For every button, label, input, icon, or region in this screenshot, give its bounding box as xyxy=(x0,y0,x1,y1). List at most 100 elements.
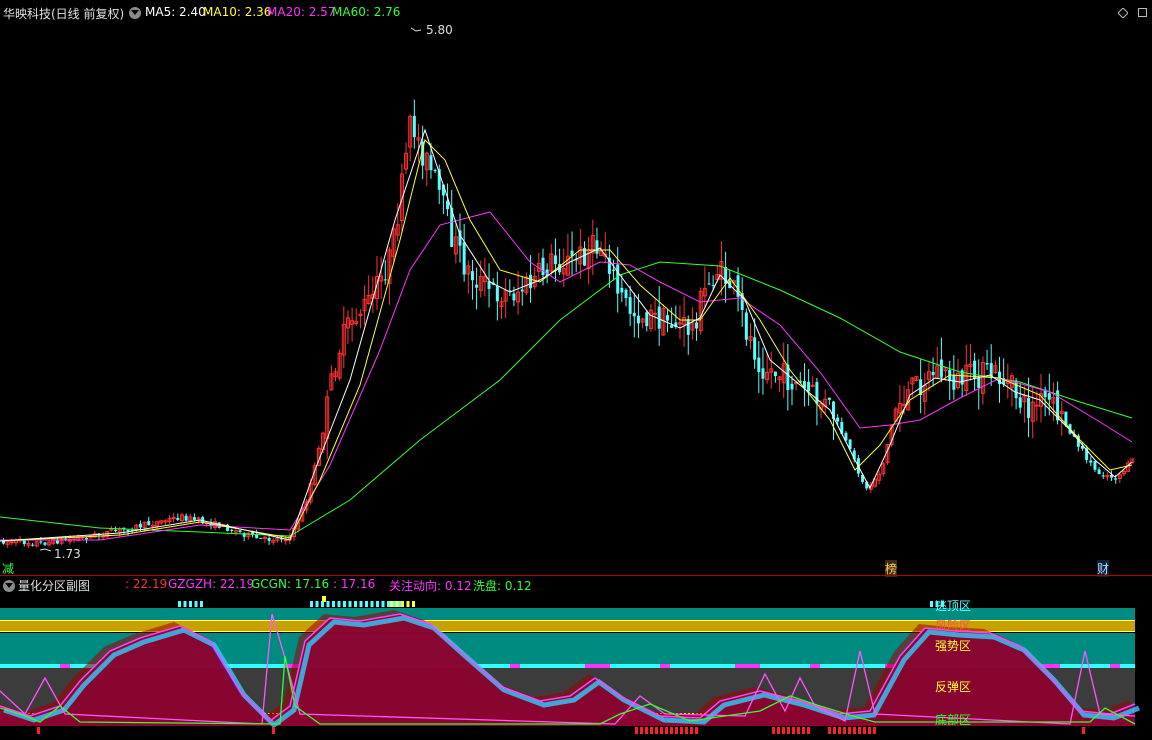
chevron-down-icon[interactable] xyxy=(129,7,141,19)
candle-body xyxy=(470,271,474,281)
bottom-tick xyxy=(868,727,871,734)
main-chart-header: 华映科技(日线 前复权) MA5: 2.40 MA10: 2.36 MA20: … xyxy=(0,0,1152,24)
candle-body xyxy=(85,537,88,540)
candle-body xyxy=(283,539,288,542)
bottom-tick xyxy=(685,727,688,734)
bottom-tick xyxy=(777,727,780,734)
candle-body xyxy=(433,170,437,172)
candle-body xyxy=(616,264,620,294)
candle-body xyxy=(1093,461,1097,470)
candle-body xyxy=(757,357,761,372)
bottom-tick xyxy=(848,727,851,734)
bottom-tick xyxy=(37,727,40,734)
high-pointer xyxy=(410,27,422,32)
candle-body xyxy=(39,541,43,543)
top-tick xyxy=(359,601,363,607)
ma10-line xyxy=(0,139,1133,542)
bottom-tick xyxy=(670,727,673,734)
quant-zone-chart[interactable] xyxy=(0,596,1152,740)
top-tick xyxy=(343,601,346,607)
bottom-tick xyxy=(1082,727,1085,734)
mid-magenta-segment xyxy=(585,664,610,668)
candle-body xyxy=(520,289,524,292)
candle-body xyxy=(952,374,956,390)
ma60-readout: MA60: 2.76 xyxy=(332,5,401,19)
stock-title[interactable]: 华映科技(日线 前复权) xyxy=(3,5,124,22)
diamond-icon[interactable] xyxy=(1118,8,1128,18)
candle-body xyxy=(495,285,499,302)
candle-body xyxy=(429,155,433,171)
square-icon[interactable] xyxy=(1138,8,1147,17)
candle-body xyxy=(259,537,263,539)
chevron-down-icon[interactable] xyxy=(3,580,15,592)
candle-body xyxy=(1101,475,1105,477)
candle-body xyxy=(9,541,14,544)
gcgn-readout: GCGN: 17.16 xyxy=(251,577,330,591)
mid-magenta-segment xyxy=(810,664,820,668)
xp-readout: 洗盘: 0.12 xyxy=(473,579,532,593)
candle-body xyxy=(138,523,142,528)
candle-body xyxy=(171,517,176,520)
candle-body xyxy=(529,274,533,289)
top-tick-yellow xyxy=(412,601,415,607)
candle-body xyxy=(773,371,777,377)
top-tick xyxy=(194,601,198,607)
candles-group xyxy=(2,99,1135,549)
candle-body xyxy=(686,319,690,335)
mid-magenta-segment xyxy=(60,664,70,668)
candle-body xyxy=(238,530,242,532)
top-tick xyxy=(387,601,390,607)
candle-body xyxy=(761,368,765,379)
candle-body xyxy=(666,315,669,321)
bottom-tick xyxy=(675,727,678,734)
mid-magenta-segment xyxy=(1110,664,1120,668)
candle-body xyxy=(462,242,466,275)
candle-body xyxy=(126,529,130,532)
candle-body xyxy=(1018,397,1022,408)
top-tick-yellow xyxy=(322,596,326,602)
ma-lines-group xyxy=(0,128,1133,542)
top-tick xyxy=(189,601,192,607)
sub-chart-header: 量化分区副图 : 22.19 GZGZH: 22.19 GCGN: 17.16 … xyxy=(0,576,1152,596)
candle-body xyxy=(645,312,649,327)
candle-body xyxy=(939,359,943,378)
candle-body xyxy=(583,248,586,266)
low-pointer xyxy=(39,548,52,552)
candle-body xyxy=(176,517,180,521)
candle-body xyxy=(744,312,748,340)
zone-label-risk: 风险区 xyxy=(935,619,972,633)
bottom-tick xyxy=(858,727,861,734)
candle-body xyxy=(931,371,935,376)
sub-title[interactable]: 量化分区副图 xyxy=(18,577,90,594)
top-tick-yellow xyxy=(401,601,404,607)
gzdx-readout: 关注动向: 0.12 xyxy=(389,579,472,593)
bottom-tick xyxy=(787,727,790,734)
candle-body xyxy=(657,306,661,329)
top-tick xyxy=(332,601,335,607)
zone-label-bottom: 底部区 xyxy=(935,713,972,727)
top-tick xyxy=(381,601,385,607)
candle-body xyxy=(790,383,794,390)
bottom-tick xyxy=(665,727,668,734)
top-tick xyxy=(183,601,187,607)
candle-body xyxy=(977,377,981,388)
gzgzh-readout: GZGZH: 22.19 xyxy=(168,577,255,591)
candle-body xyxy=(383,279,387,281)
candle-body xyxy=(1114,478,1118,480)
top-tick xyxy=(315,601,319,607)
candle-body xyxy=(31,544,35,546)
top-tick-yellow xyxy=(390,601,393,607)
bottom-tick xyxy=(680,727,683,734)
candle-body xyxy=(192,517,196,520)
bottom-tick xyxy=(655,727,658,734)
candlestick-chart[interactable]: 5.80 1.73 xyxy=(0,0,1152,575)
candle-body xyxy=(512,293,516,301)
candle-body xyxy=(1034,404,1039,407)
candle-body xyxy=(595,240,599,254)
candle-body xyxy=(836,417,840,422)
bottom-tick xyxy=(833,727,836,734)
top-tick-yellow xyxy=(406,601,410,607)
ma20-readout: MA20: 2.57 xyxy=(267,5,336,19)
bottom-tick xyxy=(863,727,866,734)
bottom-tick xyxy=(690,727,693,734)
